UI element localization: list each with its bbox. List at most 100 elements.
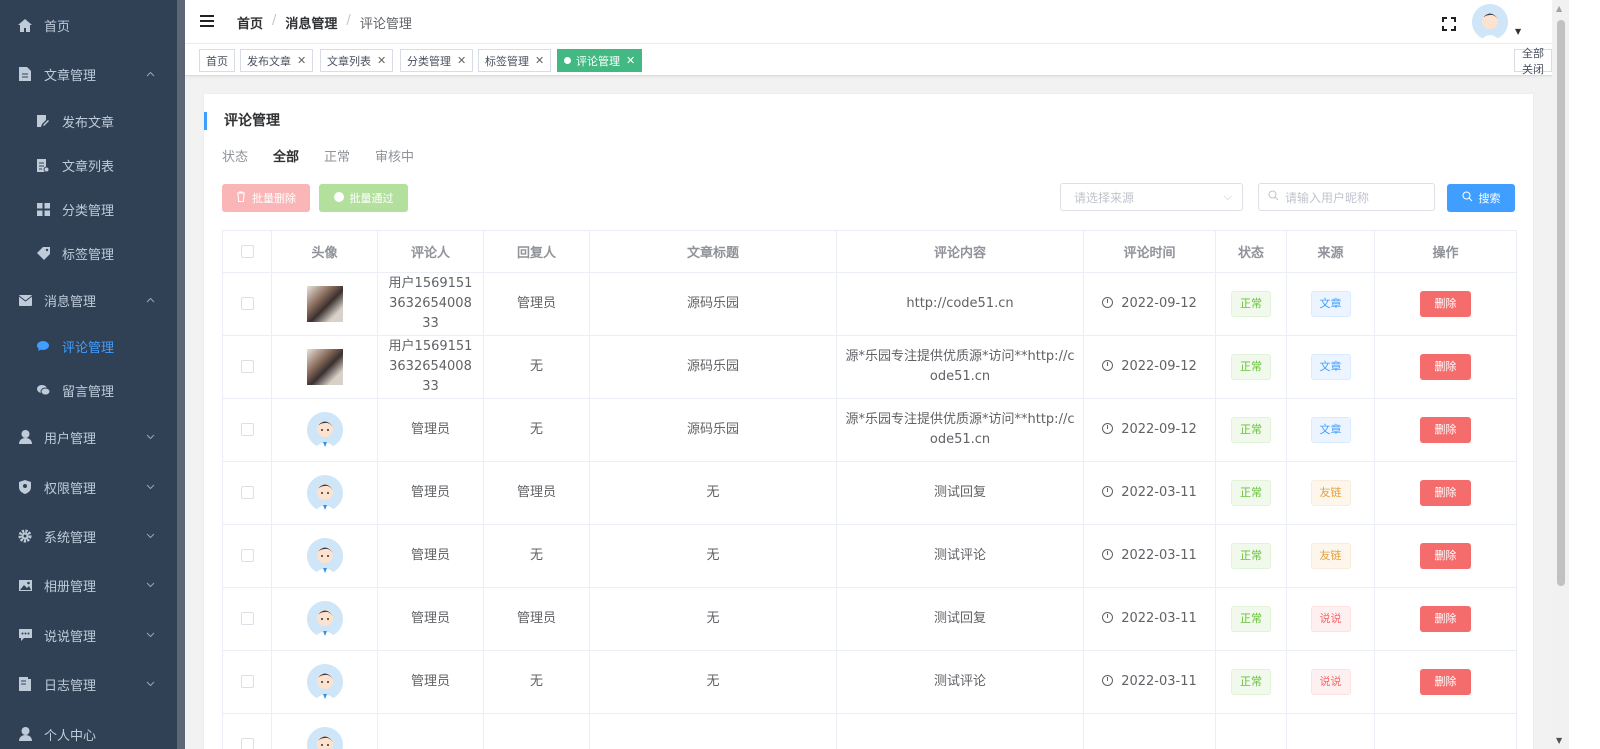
- close-icon[interactable]: ✕: [535, 54, 544, 67]
- content-cell: 测试回复: [836, 587, 1084, 651]
- sidebar-item[interactable]: 留言管理: [0, 375, 177, 405]
- comment-card: 评论管理 状态 全部 正常 审核中 批量删除 批量通过 请选择来源 ⌵ 请输入用…: [203, 93, 1534, 749]
- close-icon[interactable]: ✕: [377, 54, 386, 67]
- sidebar-item[interactable]: 分类管理: [0, 194, 177, 224]
- delete-button[interactable]: 删除: [1420, 543, 1471, 569]
- status-normal[interactable]: 正常: [324, 146, 350, 165]
- content-cell: 测试回复: [836, 461, 1084, 525]
- close-icon[interactable]: ✕: [457, 54, 466, 67]
- close-icon[interactable]: ✕: [626, 54, 635, 67]
- sidebar-item-label: 个人中心: [44, 728, 97, 744]
- sidebar-scrollbar[interactable]: [177, 0, 185, 749]
- status-badge: 正常: [1231, 543, 1271, 569]
- home-icon: [18, 18, 32, 32]
- fullscreen-icon[interactable]: [1441, 16, 1457, 32]
- breadcrumb-item[interactable]: 消息管理: [285, 13, 337, 32]
- sidebar-item[interactable]: 用户管理: [0, 422, 177, 452]
- status-reviewing[interactable]: 审核中: [375, 146, 414, 165]
- sidebar-item[interactable]: 系统管理: [0, 521, 177, 551]
- hamburger-icon[interactable]: [200, 15, 214, 27]
- sidebar-item-label: 文章管理: [44, 68, 97, 84]
- sidebar-item[interactable]: 文章管理: [0, 59, 177, 89]
- sidebar-item[interactable]: 相册管理: [0, 570, 177, 600]
- status-all[interactable]: 全部: [273, 146, 299, 165]
- source-badge: 文章: [1310, 354, 1351, 380]
- sidebar-item[interactable]: 消息管理: [0, 285, 177, 315]
- sidebar-item[interactable]: 标签管理: [0, 238, 177, 268]
- article-cell: [589, 713, 837, 749]
- reply-cell: 管理员: [483, 461, 590, 525]
- sidebar-item[interactable]: 首页: [0, 10, 177, 40]
- tag-item[interactable]: 标签管理 ✕: [478, 49, 552, 72]
- sidebar-item[interactable]: 说说管理: [0, 620, 177, 650]
- commenter-cell: 管理员: [377, 587, 484, 651]
- top-header: 首页 / 消息管理 / 评论管理 ▼: [185, 0, 1552, 44]
- clock-icon: [1102, 360, 1114, 371]
- row-checkbox[interactable]: [240, 360, 254, 373]
- delete-button[interactable]: 删除: [1420, 606, 1471, 632]
- column-header: 文章标题: [589, 230, 837, 273]
- chevron-down-icon[interactable]: ▼: [1515, 27, 1521, 36]
- batch-pass-button[interactable]: 批量通过: [319, 184, 408, 212]
- row-checkbox[interactable]: [240, 297, 254, 310]
- article-cell: 无: [589, 587, 837, 651]
- row-checkbox[interactable]: [240, 738, 254, 749]
- chevron-down-icon: [146, 580, 155, 591]
- page-scrollbar[interactable]: ▲ ▼: [1552, 0, 1569, 749]
- close-icon[interactable]: ✕: [297, 54, 306, 67]
- tag-item[interactable]: 评论管理 ✕: [557, 49, 643, 72]
- tag-item[interactable]: 分类管理 ✕: [400, 49, 474, 72]
- table-row: 管理员 管理员无测试回复 2022-03-11 正常 友链 删除: [222, 461, 1517, 525]
- row-checkbox[interactable]: [240, 423, 254, 436]
- reply-cell: 无: [483, 650, 590, 714]
- article-cell: 源码乐园: [589, 272, 837, 336]
- edit-icon: [36, 114, 50, 128]
- close-all-button[interactable]: 全部关闭: [1514, 47, 1552, 76]
- sidebar-item[interactable]: 个人中心: [0, 719, 177, 749]
- sidebar-item-label: 首页: [44, 19, 71, 35]
- chevron-down-icon: [146, 432, 155, 443]
- tag-item[interactable]: 文章列表 ✕: [320, 49, 394, 72]
- time-cell: 2022-03-11: [1121, 485, 1197, 500]
- sidebar-item[interactable]: 发布文章: [0, 106, 177, 136]
- nickname-search-input[interactable]: 请输入用户昵称: [1258, 183, 1435, 211]
- scroll-down-icon[interactable]: ▼: [1556, 736, 1562, 745]
- scroll-up-icon[interactable]: ▲: [1556, 4, 1562, 13]
- delete-button[interactable]: 删除: [1420, 480, 1471, 506]
- sidebar-item[interactable]: 文章列表: [0, 150, 177, 180]
- user-avatar[interactable]: [1472, 4, 1508, 40]
- search-button[interactable]: 搜索: [1447, 184, 1515, 212]
- source-select[interactable]: 请选择来源 ⌵: [1060, 183, 1243, 211]
- row-checkbox[interactable]: [240, 549, 254, 562]
- tag-icon: [36, 246, 50, 260]
- batch-delete-button[interactable]: 批量删除: [222, 184, 310, 212]
- clock-icon: [1102, 486, 1114, 497]
- row-checkbox[interactable]: [240, 675, 254, 688]
- log-icon: [18, 677, 32, 691]
- status-badge: 正常: [1231, 417, 1271, 443]
- row-checkbox[interactable]: [240, 486, 254, 499]
- time-cell: 2022-09-12: [1121, 296, 1197, 311]
- column-header: 来源: [1286, 230, 1375, 273]
- tag-item[interactable]: 发布文章 ✕: [240, 49, 314, 72]
- commenter-cell: [377, 713, 484, 749]
- delete-button[interactable]: 删除: [1420, 354, 1471, 380]
- row-checkbox[interactable]: [240, 612, 254, 625]
- comment-icon: [36, 339, 50, 353]
- sidebar-item[interactable]: 评论管理: [0, 331, 177, 361]
- delete-button[interactable]: 删除: [1420, 417, 1471, 443]
- scrollbar-thumb[interactable]: [1557, 20, 1565, 586]
- sidebar-item[interactable]: 日志管理: [0, 669, 177, 699]
- tag-item[interactable]: 首页: [199, 49, 235, 72]
- trash-icon: [236, 191, 246, 205]
- content-cell: 测试评论: [836, 524, 1084, 588]
- search-icon: [1462, 191, 1473, 205]
- comment-table: 头像 评论人 回复人 文章标题 评论内容 评论时间 状态 来源 操作 用户156…: [222, 230, 1517, 749]
- delete-button[interactable]: 删除: [1420, 669, 1471, 695]
- column-header: 评论人: [377, 230, 484, 273]
- breadcrumb-item[interactable]: 首页: [237, 13, 263, 32]
- sidebar-item[interactable]: 权限管理: [0, 472, 177, 502]
- delete-button[interactable]: 删除: [1420, 291, 1471, 317]
- sidebar: 首页文章管理发布文章文章列表分类管理标签管理消息管理评论管理留言管理用户管理权限…: [0, 0, 185, 749]
- select-all-checkbox[interactable]: [240, 245, 254, 258]
